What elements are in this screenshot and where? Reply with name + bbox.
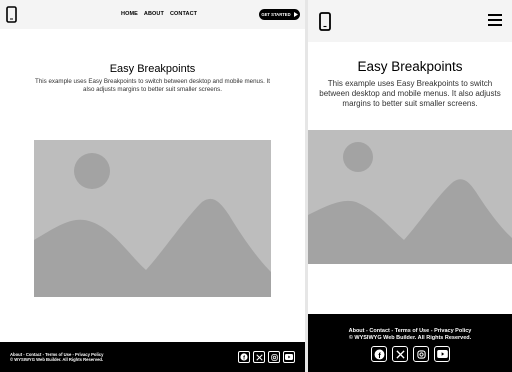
footer-copyright: © WYSIWYG Web Builder. All Rights Reserv… [348, 334, 472, 341]
page-description: This example uses Easy Breakpoints to sw… [35, 78, 270, 93]
instagram-icon[interactable] [268, 351, 280, 363]
instagram-icon[interactable] [413, 346, 429, 362]
page-title: Easy Breakpoints [109, 63, 196, 75]
arrow-icon [293, 12, 298, 17]
youtube-icon[interactable] [283, 351, 295, 363]
phone-icon[interactable] [319, 12, 331, 31]
desktop-header: HOME ABOUT CONTACT GET STARTED [0, 0, 305, 29]
footer-text: About - Contact - Terms of Use - Privacy… [308, 328, 512, 341]
social-links: f [238, 351, 295, 363]
footer-text: About - Contact - Terms of Use - Privacy… [10, 352, 103, 362]
page-title: Easy Breakpoints [357, 59, 463, 74]
image-placeholder [308, 130, 512, 264]
svg-text:f: f [243, 356, 245, 361]
mobile-preview: Easy Breakpoints This example uses Easy … [308, 0, 512, 372]
youtube-icon[interactable] [434, 346, 450, 362]
facebook-icon[interactable]: f [371, 346, 387, 362]
svg-text:f: f [378, 351, 381, 360]
desktop-preview: HOME ABOUT CONTACT GET STARTED Easy Brea… [0, 0, 305, 372]
get-started-label: GET STARTED [261, 12, 291, 17]
phone-icon[interactable] [6, 6, 17, 23]
mobile-header [308, 0, 512, 42]
facebook-icon[interactable]: f [238, 351, 250, 363]
get-started-button[interactable]: GET STARTED [259, 9, 300, 20]
desktop-footer: About - Contact - Terms of Use - Privacy… [0, 342, 305, 372]
page-description: This example uses Easy Breakpoints to sw… [319, 79, 501, 108]
footer-copyright: © WYSIWYG Web Builder. All Rights Reserv… [10, 357, 104, 363]
x-icon[interactable] [253, 351, 265, 363]
desktop-nav: HOME ABOUT CONTACT [121, 11, 197, 17]
social-links: f [371, 346, 450, 362]
nav-about[interactable]: ABOUT [144, 11, 164, 17]
x-icon[interactable] [392, 346, 408, 362]
image-placeholder [34, 140, 271, 297]
nav-contact[interactable]: CONTACT [170, 11, 197, 17]
hamburger-icon[interactable] [488, 14, 502, 26]
mobile-footer: About - Contact - Terms of Use - Privacy… [308, 314, 512, 372]
nav-home[interactable]: HOME [121, 11, 138, 17]
